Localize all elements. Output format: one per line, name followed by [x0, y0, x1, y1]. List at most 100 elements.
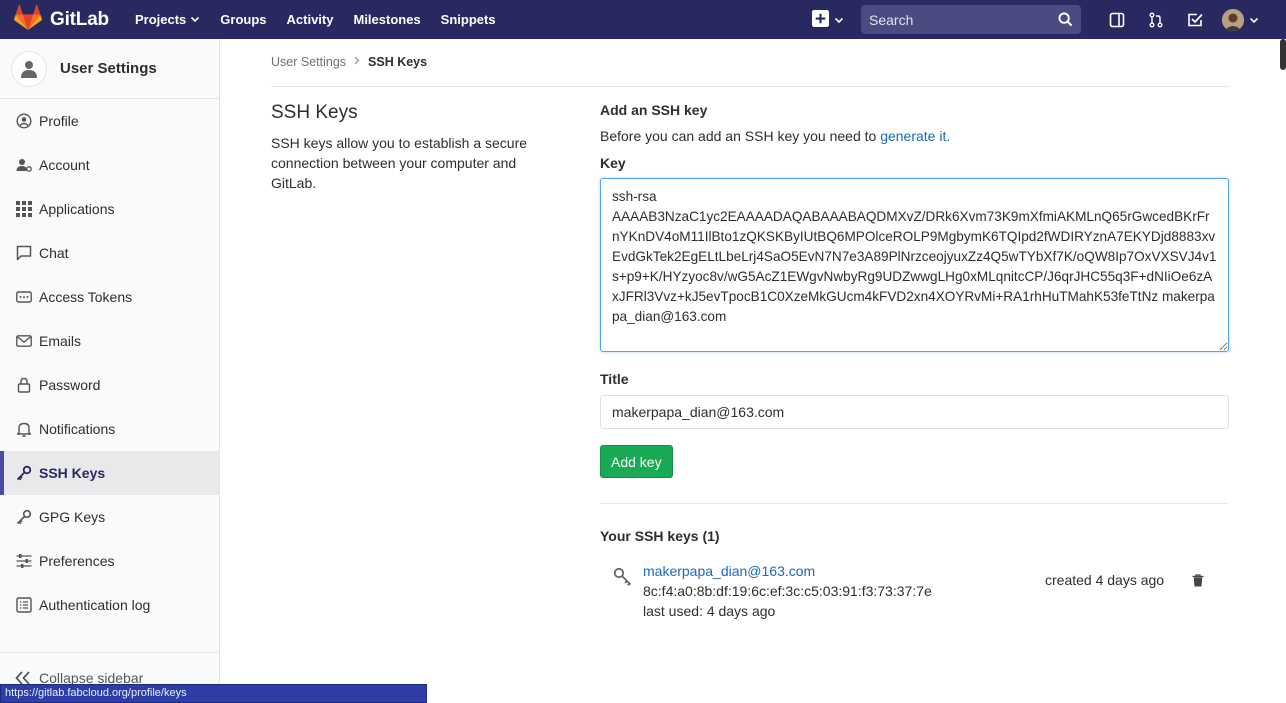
- nav-groups[interactable]: Groups: [220, 12, 266, 27]
- ssh-key-form: Add an SSH key Before you can add an SSH…: [600, 102, 1229, 628]
- profile-icon: [15, 113, 32, 130]
- form-heading: Add an SSH key: [600, 102, 708, 118]
- sidebar-panel-icon[interactable]: [1097, 0, 1136, 39]
- page-title: SSH Keys: [271, 102, 358, 123]
- key-title-link[interactable]: makerpapa_dian@163.com: [643, 561, 932, 581]
- nav-activity-label: Activity: [286, 12, 334, 27]
- brand-name: GitLab: [50, 8, 109, 30]
- sidebar-item-chat[interactable]: Chat: [0, 231, 219, 275]
- sidebar-item-label: Emails: [39, 333, 82, 349]
- account-icon: [15, 157, 32, 174]
- form-description: Before you can add an SSH key you need t…: [600, 128, 1229, 144]
- title-input[interactable]: [600, 395, 1229, 429]
- sidebar-item-profile[interactable]: Profile: [0, 99, 219, 143]
- sidebar-item-label: Password: [39, 377, 101, 393]
- list-item: makerpapa_dian@163.com 8c:f4:a0:8b:df:19…: [600, 561, 1229, 628]
- trash-icon[interactable]: [1192, 574, 1204, 590]
- sidebar-item-password[interactable]: Password: [0, 363, 219, 407]
- gitlab-logo-icon: [14, 4, 42, 34]
- sidebar-title: User Settings: [60, 60, 157, 77]
- top-navbar: GitLab Projects Groups Activity Mileston…: [0, 0, 1286, 39]
- navbar-icon-group: [1097, 0, 1259, 39]
- nav-projects[interactable]: Projects: [135, 12, 200, 27]
- sidebar-item-emails[interactable]: Emails: [0, 319, 219, 363]
- key-textarea[interactable]: ssh-rsa AAAAB3NzaC1yc2EAAAADAQABAAABAQDM…: [600, 178, 1229, 352]
- breadcrumb-parent[interactable]: User Settings: [271, 55, 346, 69]
- token-icon: [15, 289, 32, 306]
- settings-intro: SSH Keys SSH keys allow you to establish…: [271, 102, 571, 193]
- your-keys-heading: Your SSH keys (1): [600, 528, 720, 544]
- chat-icon: [15, 245, 32, 262]
- user-placeholder-icon: [11, 50, 47, 87]
- add-key-button[interactable]: Add key: [600, 445, 673, 478]
- chevron-right-icon: [354, 56, 360, 68]
- sidebar-item-applications[interactable]: Applications: [0, 187, 219, 231]
- key-icon: [15, 465, 32, 482]
- user-menu-dropdown[interactable]: [1222, 8, 1259, 31]
- sidebar-item-gpg-keys[interactable]: GPG Keys: [0, 495, 219, 539]
- chevron-down-icon: [190, 12, 200, 27]
- main-nav: Projects Groups Activity Milestones Snip…: [135, 12, 516, 27]
- key-label: Key: [600, 155, 626, 171]
- key-last-used: last used: 4 days ago: [643, 603, 776, 619]
- sidebar-item-notifications[interactable]: Notifications: [0, 407, 219, 451]
- settings-sidebar: User Settings Profile Account Applicatio…: [0, 39, 220, 703]
- plus-square-icon: [812, 9, 829, 30]
- key-icon: [613, 567, 633, 590]
- search-box: [861, 5, 1081, 34]
- page-description: SSH keys allow you to establish a secure…: [271, 135, 528, 191]
- nav-groups-label: Groups: [220, 12, 267, 27]
- search-icon[interactable]: [1058, 12, 1073, 27]
- nav-snippets-label: Snippets: [440, 12, 496, 27]
- sidebar-item-label: Chat: [39, 245, 69, 261]
- title-label: Title: [600, 371, 629, 387]
- page-scrollbar[interactable]: [1280, 39, 1286, 70]
- chevron-down-icon: [1249, 15, 1259, 25]
- sidebar-item-authentication-log[interactable]: Authentication log: [0, 583, 219, 627]
- user-avatar: [1222, 8, 1244, 31]
- breadcrumb-divider: [271, 86, 1229, 87]
- nav-milestones-label: Milestones: [353, 12, 421, 27]
- sidebar-nav: Profile Account Applications Chat Access…: [0, 99, 219, 627]
- nav-projects-label: Projects: [134, 12, 187, 27]
- search-input[interactable]: [869, 11, 1058, 28]
- new-item-dropdown[interactable]: [812, 9, 844, 30]
- sidebar-item-label: GPG Keys: [39, 509, 106, 525]
- key-fingerprint: 8c:f4:a0:8b:df:19:6c:ef:3c:c5:03:91:f3:7…: [643, 583, 932, 599]
- form-description-text: Before you can add an SSH key you need t…: [600, 128, 881, 144]
- nav-activity[interactable]: Activity: [287, 12, 334, 27]
- sidebar-item-label: Profile: [39, 113, 79, 129]
- sidebar-item-label: Notifications: [39, 421, 116, 437]
- key-details: makerpapa_dian@163.com 8c:f4:a0:8b:df:19…: [643, 561, 932, 621]
- sidebar-item-ssh-keys[interactable]: SSH Keys: [0, 451, 219, 495]
- sidebar-item-label: Authentication log: [39, 597, 151, 613]
- sidebar-header[interactable]: User Settings: [0, 39, 219, 99]
- todo-check-icon[interactable]: [1175, 0, 1214, 39]
- status-bar-url: https://gitlab.fabcloud.org/profile/keys: [0, 684, 427, 703]
- sidebar-item-label: Applications: [39, 201, 115, 217]
- lock-icon: [15, 377, 32, 394]
- bell-icon: [15, 421, 32, 438]
- sidebar-item-preferences[interactable]: Preferences: [0, 539, 219, 583]
- merge-request-icon[interactable]: [1136, 0, 1175, 39]
- sidebar-item-label: SSH Keys: [39, 465, 106, 481]
- sidebar-item-label: Access Tokens: [39, 289, 133, 305]
- breadcrumb: User Settings SSH Keys: [271, 55, 427, 69]
- generate-it-link[interactable]: generate it.: [880, 128, 950, 144]
- chevron-down-icon: [834, 15, 844, 25]
- gitlab-home-link[interactable]: GitLab: [14, 4, 109, 34]
- sliders-icon: [15, 553, 32, 570]
- key-icon: [15, 509, 32, 526]
- sidebar-item-label: Account: [39, 157, 90, 173]
- applications-grid-icon: [15, 201, 32, 218]
- section-divider: [600, 503, 1228, 504]
- envelope-icon: [15, 333, 32, 350]
- breadcrumb-current: SSH Keys: [368, 55, 428, 69]
- nav-snippets[interactable]: Snippets: [441, 12, 496, 27]
- nav-milestones[interactable]: Milestones: [353, 12, 420, 27]
- sidebar-item-access-tokens[interactable]: Access Tokens: [0, 275, 219, 319]
- log-list-icon: [15, 597, 32, 614]
- navbar-right: [812, 0, 1259, 39]
- sidebar-item-account[interactable]: Account: [0, 143, 219, 187]
- double-chevron-left-icon: [15, 671, 31, 685]
